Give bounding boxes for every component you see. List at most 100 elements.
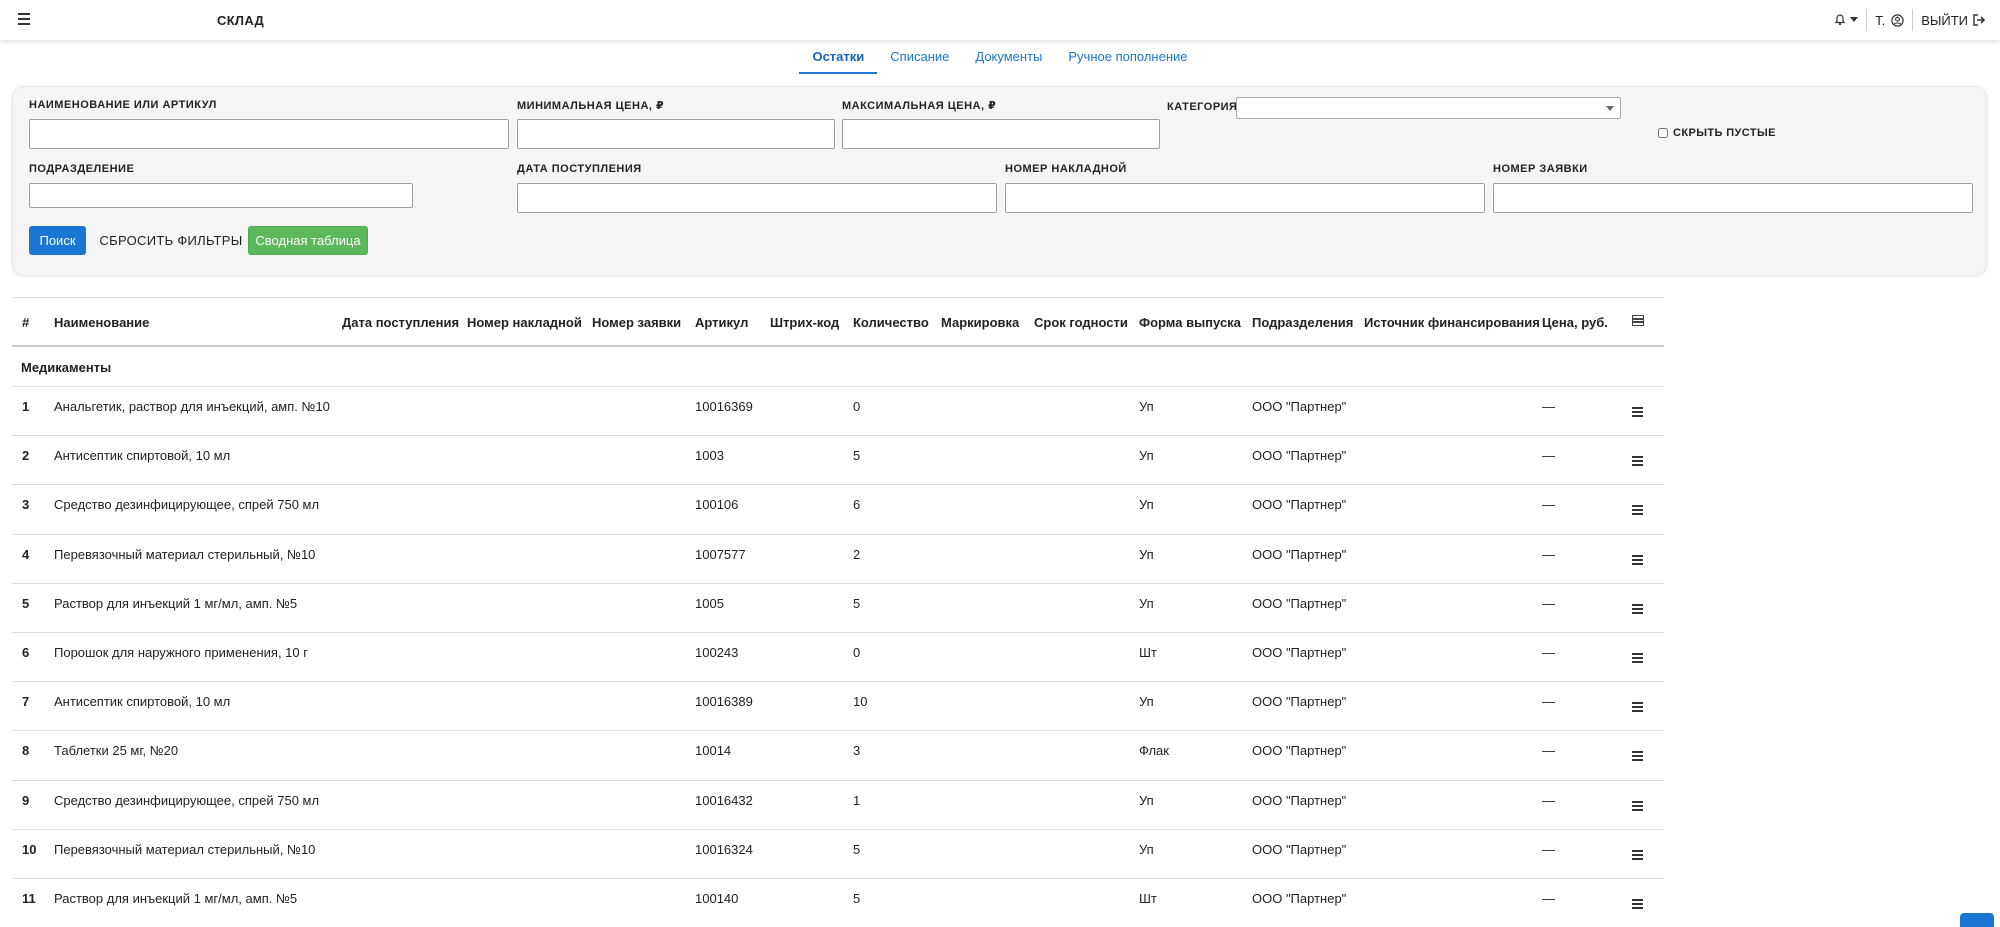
row-menu-icon[interactable] (1632, 407, 1643, 419)
date-input[interactable] (517, 183, 997, 213)
item-sku: 10016324 (695, 841, 753, 857)
item-division: ООО "Партнер" (1252, 399, 1347, 414)
header-actions: Т. ВЫЙТИ (1826, 9, 1986, 31)
tab-stock[interactable]: Остатки (799, 40, 878, 74)
division-input[interactable] (29, 183, 413, 208)
stock-table: # Наименование Дата поступления Номер на… (12, 297, 1664, 927)
row-menu-icon[interactable] (1632, 554, 1643, 567)
item-name: Раствор для инъекций 1 мг/мл, амп. №5 (54, 595, 298, 611)
table-row[interactable]: 2 Антисептик спиртовой, 10 мл 1003 5 Уп ООО "… (12, 436, 1664, 486)
column-header[interactable]: Количество (853, 315, 929, 330)
item-name: Перевязочный материал стерильный, №10 (54, 841, 316, 857)
user-icon (1891, 13, 1904, 27)
row-menu-icon[interactable] (1632, 898, 1643, 911)
date-label: ДАТА ПОСТУПЛЕНИЯ (517, 163, 642, 175)
item-quantity: 5 (853, 841, 861, 857)
category-select[interactable] (1236, 97, 1621, 119)
item-name: Антисептик спиртовой, 10 мл (54, 694, 231, 710)
row-number: 1 (22, 399, 30, 414)
item-price: — (1542, 399, 1555, 414)
column-header[interactable]: Номер заявки (592, 315, 681, 330)
item-quantity: 3 (853, 743, 861, 759)
table-row[interactable]: 10 Перевязочный материал стерильный, №10 1… (12, 830, 1664, 879)
max-price-input[interactable] (842, 119, 1160, 149)
column-header[interactable]: Дата поступления (342, 315, 459, 330)
name-or-sku-input[interactable] (29, 119, 509, 149)
column-header[interactable]: Наименование (54, 315, 149, 330)
table-row[interactable]: 9 Средство дезинфицирующее, спрей 750 мл 1… (12, 781, 1664, 830)
column-settings-icon[interactable] (1632, 315, 1644, 326)
floating-button[interactable] (1960, 913, 1994, 927)
column-header[interactable]: Маркировка (941, 315, 1019, 330)
item-price: — (1542, 497, 1555, 513)
hide-empty-label: СКРЫТЬ ПУСТЫЕ (1673, 127, 1776, 139)
column-header[interactable]: # (22, 315, 29, 330)
item-name: Перевязочный материал стерильный, №10 (54, 546, 316, 562)
table-row[interactable]: 4 Перевязочный материал стерильный, №10 10… (12, 535, 1664, 584)
item-name: Порошок для наружного применения, 10 г (54, 644, 308, 660)
tab-manual-restock[interactable]: Ручное пополнение (1055, 40, 1200, 74)
table-row[interactable]: 3 Средство дезинфицирующее, спрей 750 мл 1… (12, 485, 1664, 535)
column-header[interactable]: Номер накладной (467, 315, 582, 330)
logout-button[interactable]: ВЫЙТИ (1913, 13, 1986, 28)
row-menu-icon[interactable] (1632, 702, 1643, 714)
row-menu-icon[interactable] (1632, 505, 1643, 517)
item-form: Уп (1139, 694, 1154, 710)
item-quantity: 0 (853, 399, 861, 414)
request-input[interactable] (1493, 183, 1973, 213)
tab-documents[interactable]: Документы (962, 40, 1055, 74)
item-price: — (1542, 890, 1555, 906)
division-label: ПОДРАЗДЕЛЕНИЕ (29, 163, 135, 175)
max-price-label: МАКСИМАЛЬНАЯ ЦЕНА, ₽ (842, 100, 997, 112)
tab-write-off[interactable]: Списание (877, 40, 962, 74)
tab-bar: Остатки Списание Документы Ручное пополн… (0, 40, 2000, 74)
table-row[interactable]: 7 Антисептик спиртовой, 10 мл 10016389 10 Уп… (12, 682, 1664, 732)
row-menu-icon[interactable] (1632, 849, 1643, 862)
summary-table-button[interactable]: Сводная таблица (248, 226, 368, 255)
item-sku: 1005 (695, 595, 724, 611)
table-row[interactable]: 8 Таблетки 25 мг, №20 10014 3 Флак ООО "Партн… (12, 731, 1664, 781)
item-sku: 1007577 (695, 546, 746, 562)
column-header[interactable]: Цена, руб. (1542, 315, 1608, 330)
table-row[interactable]: 6 Порошок для наружного применения, 10 г 1… (12, 633, 1664, 683)
table-row[interactable]: 5 Раствор для инъекций 1 мг/мл, амп. №5 10… (12, 584, 1664, 633)
item-quantity: 5 (853, 890, 861, 906)
table-header: # Наименование Дата поступления Номер на… (12, 297, 1664, 347)
row-number: 4 (22, 546, 30, 562)
column-header[interactable]: Источник финансирования (1364, 315, 1540, 330)
hide-empty-checkbox[interactable]: СКРЫТЬ ПУСТЫЕ (1658, 127, 1776, 139)
item-price: — (1542, 448, 1555, 464)
notifications-button[interactable] (1826, 14, 1866, 26)
table-body: 1 Анальгетик, раствор для инъекций, амп. … (12, 387, 1664, 927)
item-quantity: 1 (853, 792, 861, 808)
item-form: Флак (1139, 743, 1169, 759)
row-menu-icon[interactable] (1632, 603, 1643, 616)
item-form: Уп (1139, 841, 1154, 857)
row-menu-icon[interactable] (1632, 800, 1643, 813)
column-header[interactable]: Срок годности (1034, 315, 1128, 330)
item-form: Уп (1139, 448, 1154, 464)
invoice-input[interactable] (1005, 183, 1485, 213)
hide-empty-toggle[interactable] (1658, 128, 1668, 138)
row-menu-icon[interactable] (1632, 652, 1643, 665)
row-number: 7 (22, 694, 30, 710)
table-row[interactable]: 11 Раствор для инъекций 1 мг/мл, амп. №5 1… (12, 879, 1664, 927)
table-row[interactable]: 1 Анальгетик, раствор для инъекций, амп. … (12, 387, 1664, 437)
user-menu[interactable]: Т. (1867, 13, 1912, 28)
menu-icon[interactable] (18, 13, 30, 25)
row-number: 2 (22, 448, 30, 464)
min-price-input[interactable] (517, 119, 835, 149)
row-menu-icon[interactable] (1632, 456, 1643, 468)
reset-filters-button[interactable]: СБРОСИТЬ ФИЛЬТРЫ (97, 226, 245, 255)
chevron-down-icon (1606, 106, 1614, 111)
column-header[interactable]: Форма выпуска (1139, 315, 1241, 330)
app-title: СКЛАД (217, 13, 265, 28)
item-division: ООО "Партнер" (1252, 694, 1347, 710)
item-name: Анальгетик, раствор для инъекций, амп. №… (54, 399, 330, 414)
column-header[interactable]: Подразделения (1252, 315, 1353, 330)
row-menu-icon[interactable] (1632, 751, 1643, 763)
search-button[interactable]: Поиск (29, 226, 86, 255)
column-header[interactable]: Артикул (695, 315, 748, 330)
item-name: Раствор для инъекций 1 мг/мл, амп. №5 (54, 890, 298, 906)
column-header[interactable]: Штрих-код (770, 315, 839, 330)
